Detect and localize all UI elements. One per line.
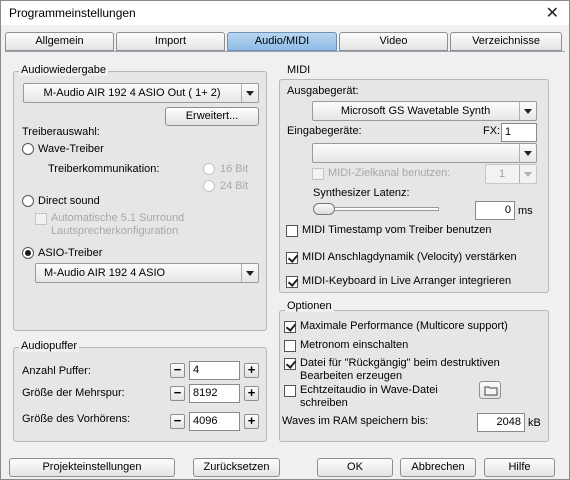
ok-button[interactable]: OK	[317, 458, 393, 477]
chevron-down-icon	[519, 144, 536, 162]
settings-window: Programmeinstellungen ✕ Allgemein Import…	[0, 0, 570, 480]
bit24-label: 24 Bit	[220, 180, 249, 192]
driver-selection-label: Treiberauswahl:	[22, 126, 100, 138]
driver-communication-label: Treiberkommunikation:	[48, 163, 160, 175]
project-settings-button[interactable]: Projekteinstellungen	[9, 458, 175, 477]
audio-output-value: M-Audio AIR 192 4 ASIO Out ( 1+ 2)	[43, 87, 221, 99]
max-performance-checkbox[interactable]	[284, 321, 296, 333]
reset-button[interactable]: Zurücksetzen	[193, 458, 280, 477]
buffer-count-label: Anzahl Puffer:	[22, 365, 91, 377]
latency-unit: ms	[518, 205, 533, 217]
auto-surround-checkbox[interactable]	[35, 213, 47, 225]
midi-timestamp-label: MIDI Timestamp vom Treiber benutzen	[302, 224, 492, 236]
midi-velocity-label: MIDI Anschlagdynamik (Velocity) verstärk…	[302, 251, 517, 263]
folder-button[interactable]	[479, 381, 501, 399]
metronome-checkbox[interactable]	[284, 340, 296, 352]
preview-size-input[interactable]: 4096	[189, 412, 240, 431]
window-title: Programmeinstellungen	[9, 6, 136, 20]
audiowiedergabe-title: Audiowiedergabe	[19, 64, 109, 76]
fx-label: FX:	[483, 125, 501, 137]
midi-title: MIDI	[285, 64, 313, 76]
bit24-radio[interactable]	[203, 180, 215, 192]
chevron-down-icon	[519, 102, 536, 120]
buffer-count-input[interactable]: 4	[189, 361, 240, 380]
ram-storage-input[interactable]: 2048	[477, 413, 525, 432]
midi-velocity-checkbox[interactable]	[286, 252, 298, 264]
max-performance-label: Maximale Performance (Multicore support)	[300, 320, 508, 332]
wave-driver-radio[interactable]	[22, 143, 34, 155]
multitrack-size-label: Größe der Mehrspur:	[22, 387, 125, 399]
realtime-audio-checkbox[interactable]	[284, 385, 296, 397]
realtime-audio-label: Echtzeitaudio in Wave-Datei schreiben	[300, 384, 438, 409]
synth-latency-label: Synthesizer Latenz:	[313, 187, 410, 199]
tab-video[interactable]: Video	[339, 32, 448, 51]
multitrack-size-minus-button[interactable]: −	[170, 386, 185, 401]
target-channel-label: MIDI-Zielkanal benutzen:	[328, 167, 451, 179]
chevron-down-icon	[241, 84, 258, 102]
title-bar: Programmeinstellungen ✕	[1, 1, 569, 25]
input-devices-label: Eingabegeräte:	[287, 125, 362, 137]
wave-driver-label: Wave-Treiber	[38, 143, 104, 155]
undo-file-checkbox[interactable]	[284, 358, 296, 370]
target-channel-value: 1	[498, 168, 506, 180]
optionen-title: Optionen	[285, 300, 334, 312]
buffer-count-minus-button[interactable]: −	[170, 363, 185, 378]
auto-surround-label: Automatische 5.1 Surround Lautsprecherko…	[51, 212, 185, 237]
target-channel-checkbox[interactable]	[312, 168, 324, 180]
preview-size-label: Größe des Vorhörens:	[22, 413, 131, 425]
midi-keyboard-checkbox[interactable]	[286, 276, 298, 288]
midi-output-select[interactable]: Microsoft GS Wavetable Synth	[312, 101, 537, 121]
chevron-down-icon	[241, 264, 258, 282]
undo-file-label: Datei für "Rückgängig" beim destruktiven…	[300, 357, 500, 382]
help-button[interactable]: Hilfe	[484, 458, 555, 477]
direct-sound-label: Direct sound	[38, 195, 100, 207]
direct-sound-radio[interactable]	[22, 195, 34, 207]
tab-verzeichnisse[interactable]: Verzeichnisse	[450, 32, 562, 51]
bit16-radio[interactable]	[203, 163, 215, 175]
audiopuffer-title: Audiopuffer	[19, 340, 80, 352]
cancel-button[interactable]: Abbrechen	[400, 458, 476, 477]
asio-device-select[interactable]: M-Audio AIR 192 4 ASIO	[35, 263, 259, 283]
folder-icon	[484, 386, 498, 396]
chevron-down-icon	[519, 165, 536, 183]
asio-device-value: M-Audio AIR 192 4 ASIO	[44, 267, 166, 279]
tab-import[interactable]: Import	[116, 32, 225, 51]
tab-audio-midi[interactable]: Audio/MIDI	[227, 32, 337, 51]
latency-input[interactable]: 0	[475, 201, 515, 220]
metronome-label: Metronom einschalten	[300, 339, 409, 351]
multitrack-size-input[interactable]: 8192	[189, 384, 240, 403]
midi-output-value: Microsoft GS Wavetable Synth	[340, 105, 491, 117]
audio-output-select[interactable]: M-Audio AIR 192 4 ASIO Out ( 1+ 2)	[23, 83, 259, 103]
midi-input-select[interactable]	[312, 143, 537, 163]
midi-timestamp-checkbox[interactable]	[286, 225, 298, 237]
ram-storage-label: Waves im RAM speichern bis:	[282, 415, 429, 427]
fx-input[interactable]: 1	[501, 123, 537, 142]
asio-driver-radio[interactable]	[22, 247, 34, 259]
close-icon[interactable]: ✕	[546, 3, 559, 23]
tab-divider	[5, 51, 565, 52]
advanced-button[interactable]: Erweitert...	[165, 107, 259, 126]
output-device-label: Ausgabegerät:	[287, 85, 359, 97]
bit16-label: 16 Bit	[220, 163, 249, 175]
asio-driver-label: ASIO-Treiber	[38, 247, 103, 259]
multitrack-size-plus-button[interactable]: +	[244, 386, 259, 401]
ram-storage-unit: kB	[528, 417, 541, 429]
preview-size-plus-button[interactable]: +	[244, 414, 259, 429]
tab-allgemein[interactable]: Allgemein	[5, 32, 114, 51]
preview-size-minus-button[interactable]: −	[170, 414, 185, 429]
midi-keyboard-label: MIDI-Keyboard in Live Arranger integrier…	[302, 275, 512, 287]
target-channel-select[interactable]: 1	[485, 164, 537, 184]
latency-slider-thumb[interactable]	[313, 203, 335, 215]
buffer-count-plus-button[interactable]: +	[244, 363, 259, 378]
